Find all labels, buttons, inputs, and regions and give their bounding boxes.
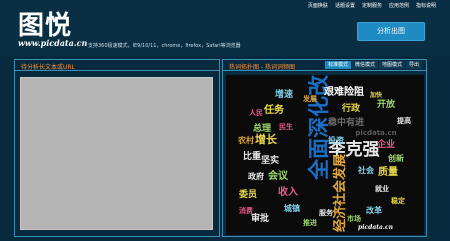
- word-cloud: 全面深化改革李克强增长经济社会发展收入增速任务艰难险阻行政 开放稳中有进质量会议坚…: [237, 75, 411, 232]
- word-cloud-word: 政府: [248, 171, 264, 181]
- nav-item-topic-settings[interactable]: 话题设置: [335, 2, 355, 9]
- word-cloud-word: 坚实: [261, 154, 279, 166]
- word-cloud-word: 稳定: [391, 196, 405, 205]
- word-cloud-word: 社会: [357, 165, 374, 175]
- text-input-panel: 待分析长文本或URL: [14, 59, 220, 237]
- word-cloud-word: 服务: [319, 208, 334, 217]
- word-cloud-word: 稳中有进: [328, 116, 364, 128]
- word-cloud-word: 会议: [268, 169, 289, 182]
- word-cloud-word: 艰难险阻: [323, 85, 364, 98]
- word-cloud-word: 行政: [341, 102, 361, 114]
- word-cloud-word: 推进: [303, 218, 317, 227]
- logo[interactable]: 图悦: [18, 5, 72, 42]
- analyze-button[interactable]: 分析出图: [357, 22, 425, 41]
- word-cloud-word: 企业: [376, 138, 395, 150]
- browser-support-note: 支持360极速模式，IE9/10/11，chrome，firefox，Safar…: [88, 43, 241, 49]
- word-cloud-word: 质量: [378, 165, 398, 178]
- word-cloud-word: 消费: [239, 206, 253, 215]
- word-cloud-word: picdata.cn: [355, 129, 396, 137]
- word-cloud-word: 增速: [275, 88, 293, 100]
- nav-item-examples[interactable]: 应用范例: [389, 2, 409, 9]
- word-cloud-word: 投资: [328, 135, 344, 145]
- panel-header: 热词拓扑图 - 热词词频图 标准模式 微信模式 地图模式 导出: [223, 60, 426, 71]
- word-cloud-canvas: 全面深化改革 李克强 增长 经济社会发展 收入 增速 任务 艰难险阻 行政 开放 稳中有进 质量 会议坚…: [226, 75, 424, 235]
- word-cloud-word: 民生: [279, 122, 293, 131]
- app-header: 图悦 www.picdata.cn 支持360极速模式，IE9/10/11，ch…: [0, 0, 450, 56]
- word-cloud-word: 提高: [396, 116, 411, 125]
- top-nav: 页面换肤 话题设置 定制服务 应用范例 指标说明: [308, 2, 436, 9]
- word-cloud-word: 就业: [375, 184, 389, 193]
- word-cloud-word: 增长: [255, 132, 278, 146]
- nav-item-custom-service[interactable]: 定制服务: [362, 2, 382, 9]
- nav-item-skin[interactable]: 页面换肤: [308, 2, 328, 9]
- word-cloud-word: 经济社会发展: [332, 153, 348, 232]
- word-cloud-word: 农村: [237, 135, 254, 145]
- mode-tabs: 标准模式 微信模式 地图模式 导出: [324, 61, 422, 69]
- word-cloud-word: 加快: [369, 91, 383, 99]
- word-cloud-word: 人民: [249, 108, 263, 117]
- text-input-field[interactable]: [20, 77, 213, 230]
- word-cloud-word: 市场: [347, 214, 361, 223]
- panel-title: 待分析长文本或URL: [21, 64, 75, 71]
- nav-item-metrics[interactable]: 指标说明: [416, 2, 436, 9]
- word-cloud-word: 城镇: [284, 203, 300, 213]
- panel-title: 热词拓扑图 - 热词词频图: [229, 64, 295, 71]
- word-cloud-word: 收入: [278, 185, 298, 198]
- word-cloud-word: 委员: [238, 188, 257, 200]
- word-cloud-word: 总理: [253, 122, 271, 134]
- word-cloud-word: 审批: [251, 212, 269, 224]
- word-cloud-word: 比重: [243, 150, 261, 162]
- word-cloud-word: 开放: [377, 98, 396, 110]
- tab-export[interactable]: 导出: [405, 61, 422, 69]
- word-cloud-word: 改革: [366, 205, 382, 215]
- tab-standard-mode[interactable]: 标准模式: [324, 61, 351, 69]
- word-cloud-word: 任务: [263, 103, 285, 116]
- watermark: picdata.cn: [358, 224, 393, 231]
- panel-header: 待分析长文本或URL: [15, 60, 219, 71]
- word-cloud-word: 发展: [302, 94, 318, 103]
- word-cloud-word: 创新: [387, 153, 404, 163]
- tab-wechat-mode[interactable]: 微信模式: [351, 61, 378, 69]
- tab-map-mode[interactable]: 地图模式: [378, 61, 405, 69]
- word-cloud-panel: 热词拓扑图 - 热词词频图 标准模式 微信模式 地图模式 导出 全面深化改革 李克…: [222, 59, 427, 237]
- logo-domain: www.picdata.cn: [18, 38, 88, 48]
